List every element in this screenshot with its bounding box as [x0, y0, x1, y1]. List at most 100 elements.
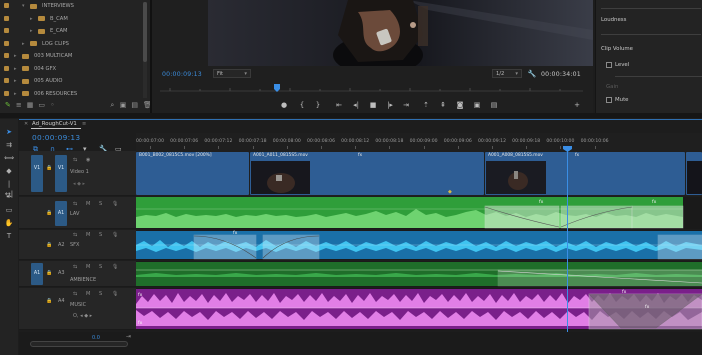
trash-icon[interactable]: 🗑	[143, 101, 152, 109]
go-to-in-icon[interactable]: ⇤	[334, 100, 344, 110]
ambience-audio-clip[interactable]	[136, 261, 702, 287]
zoom-slider-icon[interactable]: ◦	[50, 101, 55, 109]
sync-lock-icon[interactable]: ⇆	[73, 232, 77, 238]
multicam-icon[interactable]: ▣	[472, 100, 482, 110]
fit-zoom-select[interactable]: Fit ▾	[213, 69, 251, 78]
microphone-icon[interactable]: 🎙	[112, 232, 118, 238]
solo-track-icon[interactable]: S	[99, 232, 102, 238]
vr-icon[interactable]: ▤	[489, 100, 499, 110]
button-editor-plus-icon[interactable]: +	[572, 100, 582, 110]
bin-item[interactable]: ▸ B_CAM	[30, 14, 68, 24]
resolution-select[interactable]: 1/2 ▾	[492, 69, 522, 78]
project-scrollbar-thumb[interactable]	[143, 2, 147, 62]
extract-icon[interactable]: ⇞	[438, 100, 448, 110]
rectangle-tool-icon[interactable]: ▭	[4, 205, 14, 215]
mute-checkbox[interactable]	[606, 97, 612, 103]
sequence-tab[interactable]: Ad_RoughCut-V1	[32, 121, 77, 127]
ripple-edit-tool-icon[interactable]: ⟺	[4, 153, 14, 163]
go-to-out-icon[interactable]: ⇥	[401, 100, 411, 110]
bin-item[interactable]: ▸ E_CAM	[30, 26, 68, 36]
new-bin-icon[interactable]: ▣	[120, 101, 127, 109]
eye-icon[interactable]: ◉	[86, 157, 90, 163]
monitor-time-ruler[interactable]	[160, 83, 583, 93]
target-track-a3[interactable]: A3	[58, 270, 65, 276]
level-slider[interactable]	[615, 76, 702, 77]
bin-color-label[interactable]	[4, 28, 9, 33]
freeform-view-icon[interactable]: ▭	[38, 101, 45, 109]
sync-lock-icon[interactable]: ⇆	[73, 264, 77, 270]
bin-color-label[interactable]	[4, 40, 9, 46]
target-track-v1[interactable]: V1	[55, 155, 67, 192]
new-item-icon[interactable]: ▤	[131, 101, 138, 109]
menu-icon[interactable]: ≡	[82, 121, 86, 127]
microphone-icon[interactable]: 🎙	[112, 291, 118, 297]
mark-out-icon[interactable]: }	[313, 100, 323, 110]
monitor-playhead-timecode[interactable]: 00:00:09:13	[162, 71, 202, 78]
track-header-a4[interactable]	[19, 288, 136, 330]
keyframe-nav-icon[interactable]: O, ◂ ◆ ▸	[73, 313, 92, 319]
bin-item[interactable]: ▸ 003 MULTICAM	[14, 51, 72, 61]
lock-icon[interactable]: 🔒	[46, 298, 52, 304]
target-track-a2[interactable]: A2	[58, 242, 65, 248]
chevron-right-icon[interactable]: ▸	[14, 78, 20, 84]
video-clip[interactable]: A001_A008_0815S5.mov fx	[485, 152, 685, 195]
level-keyframe-toggle[interactable]	[606, 62, 612, 68]
mute-track-icon[interactable]: M	[86, 232, 90, 238]
lav-audio-clip[interactable]: fx fx	[136, 197, 702, 229]
close-icon[interactable]: ✕	[24, 121, 28, 127]
pencil-icon[interactable]: ✎	[5, 101, 11, 109]
pen-tool-icon[interactable]: ✒	[4, 192, 14, 202]
chevron-right-icon[interactable]: ▸	[14, 91, 20, 97]
stop-icon[interactable]: ■	[368, 100, 378, 110]
razor-tool-icon[interactable]: ◆	[4, 166, 14, 176]
mute-track-icon[interactable]: M	[86, 291, 90, 297]
chevron-right-icon[interactable]: ▸	[14, 66, 20, 72]
source-patch-a1[interactable]: A1	[31, 263, 43, 285]
keyframe-nav-icon[interactable]: ◂ ◆ ▸	[73, 181, 85, 187]
microphone-icon[interactable]: 🎙	[112, 201, 118, 207]
bin-item[interactable]: ▸ 006 RESOURCES	[14, 89, 77, 99]
list-view-icon[interactable]: ≡	[16, 101, 22, 109]
bin-color-label[interactable]	[4, 78, 9, 83]
lift-icon[interactable]: ⇡	[421, 100, 431, 110]
slip-tool-icon[interactable]: |↔|	[4, 179, 14, 198]
add-marker-icon[interactable]: ●	[279, 100, 289, 110]
music-audio-clip[interactable]: fx fx fx fx	[136, 288, 702, 330]
marker-icon[interactable]: ◆	[448, 189, 452, 195]
sfx-audio-clip[interactable]: fx	[136, 230, 702, 260]
source-patch-v1[interactable]: V1	[31, 155, 43, 192]
export-frame-icon[interactable]: ◙	[455, 100, 465, 110]
mark-in-icon[interactable]: {	[297, 100, 307, 110]
bin-item[interactable]: ▸ LOG CLIPS	[22, 39, 69, 49]
target-track-a1[interactable]: A1	[55, 201, 67, 226]
chevron-right-icon[interactable]: ▸	[30, 28, 36, 34]
selection-tool-icon[interactable]: ➤	[4, 127, 14, 137]
chevron-right-icon[interactable]: ▸	[30, 16, 36, 22]
bin-item[interactable]: ▾ INTERVIEWS	[22, 1, 74, 11]
lock-icon[interactable]: 🔒	[46, 210, 52, 216]
solo-track-icon[interactable]: S	[99, 264, 102, 270]
scroll-end-icon[interactable]: ⇥	[126, 333, 131, 340]
hand-tool-icon[interactable]: ✋	[4, 218, 14, 228]
volume-value[interactable]: 0.0	[92, 335, 100, 341]
wrench-icon[interactable]: 🔧	[527, 69, 537, 79]
video-clip[interactable]: B001_B002_0815C5.mov [200%]	[136, 152, 249, 195]
bin-color-label[interactable]	[4, 15, 9, 21]
sync-lock-icon[interactable]: ⇆	[73, 157, 77, 163]
sequence-timecode[interactable]: 00:00:09:13	[32, 133, 80, 142]
bin-item[interactable]: ▸ 004 GFX	[14, 64, 56, 74]
chevron-right-icon[interactable]: ▸	[22, 41, 28, 47]
microphone-icon[interactable]: 🎙	[112, 264, 118, 270]
track-select-tool-icon[interactable]: ⇉	[4, 140, 14, 150]
mute-track-icon[interactable]: M	[86, 264, 90, 270]
chevron-down-icon[interactable]: ▾	[22, 3, 28, 9]
bin-color-label[interactable]	[4, 53, 9, 58]
sync-lock-icon[interactable]: ⇆	[73, 201, 77, 207]
lock-icon[interactable]: 🔒	[46, 242, 52, 248]
bin-color-label[interactable]	[4, 3, 9, 8]
icon-view-icon[interactable]: ▦	[27, 101, 34, 109]
lock-icon[interactable]: 🔒	[46, 165, 52, 171]
sort-icon[interactable]: ⌕	[110, 101, 115, 109]
target-track-a4[interactable]: A4	[58, 298, 65, 304]
bin-color-label[interactable]	[4, 90, 9, 96]
